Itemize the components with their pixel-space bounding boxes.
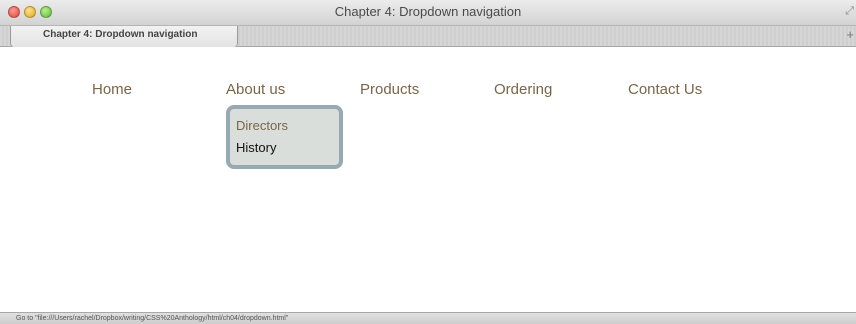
dropdown-item-directors[interactable]: Directors <box>236 118 288 133</box>
nav-item-home[interactable]: Home <box>92 81 132 98</box>
window-title: Chapter 4: Dropdown navigation <box>334 4 522 19</box>
nav-item-products[interactable]: Products <box>360 81 419 98</box>
fullscreen-icon[interactable]: ⤢ <box>845 5 854 18</box>
dropdown-menu: Directors History <box>226 105 343 169</box>
tab-dropdown-navigation[interactable]: Chapter 4: Dropdown navigation <box>10 26 238 47</box>
page-content: Home About us Products Ordering Contact … <box>0 47 856 312</box>
title-bar: Chapter 4: Dropdown navigation ⤢ <box>0 0 856 26</box>
nav-item-ordering[interactable]: Ordering <box>494 81 552 98</box>
nav-item-about-us[interactable]: About us <box>226 81 285 98</box>
dropdown-item-history[interactable]: History <box>236 140 276 155</box>
nav-item-contact-us[interactable]: Contact Us <box>628 81 702 98</box>
status-bar: Go to "file:///Users/rachel/Dropbox/writ… <box>0 312 856 324</box>
tab-bar: Chapter 4: Dropdown navigation + <box>0 26 856 47</box>
new-tab-icon[interactable]: + <box>846 27 854 42</box>
